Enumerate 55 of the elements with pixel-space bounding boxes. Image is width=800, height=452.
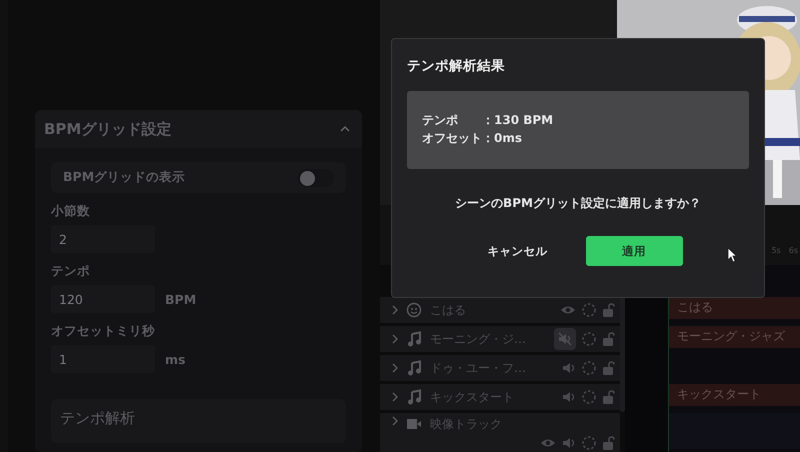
unlocked-padlock-icon[interactable] xyxy=(602,303,616,317)
music-note-icon xyxy=(406,389,422,405)
dashed-circle-icon[interactable] xyxy=(582,390,596,404)
chevron-right-icon xyxy=(392,392,398,402)
dialog-title: テンポ解析結果 xyxy=(407,57,506,75)
unlocked-padlock-icon[interactable] xyxy=(602,332,616,346)
mouse-cursor-icon xyxy=(727,247,737,263)
analysis-title: テンポ解析 xyxy=(60,409,135,427)
chevron-right-icon xyxy=(392,363,398,373)
speaker-icon[interactable] xyxy=(562,362,576,374)
cancel-button[interactable]: キャンセル xyxy=(484,236,552,266)
chevron-right-icon xyxy=(392,334,398,344)
chevron-right-icon xyxy=(392,416,398,426)
ruler-tick: 6s xyxy=(788,246,798,255)
face-icon xyxy=(406,302,422,318)
dashed-circle-icon[interactable] xyxy=(582,361,596,375)
video-camera-icon xyxy=(406,416,422,432)
timeline-clip[interactable]: モーニング・ジャズ xyxy=(669,326,800,348)
section-header[interactable]: BPMグリッド設定 xyxy=(35,110,362,148)
result-label: テンポ xyxy=(422,112,459,129)
dialog-message: シーンのBPMグリット設定に適用しますか？ xyxy=(454,195,702,212)
timeline-clip[interactable]: キックスタート xyxy=(669,384,800,406)
toggle-label: BPMグリッドの表示 xyxy=(63,169,186,186)
speaker-icon[interactable] xyxy=(562,391,576,403)
chevron-up-icon xyxy=(340,126,350,132)
toggle-switch[interactable] xyxy=(298,168,334,186)
unit-label: ms xyxy=(165,352,186,366)
dashed-circle-icon[interactable] xyxy=(582,436,596,450)
scrollbar[interactable] xyxy=(620,295,625,412)
speaker-icon[interactable] xyxy=(562,437,576,449)
music-note-icon xyxy=(406,331,422,347)
music-note-icon xyxy=(406,360,422,376)
field-label: テンポ xyxy=(51,263,91,280)
field-label: オフセットミリ秒 xyxy=(51,323,156,340)
unlocked-padlock-icon[interactable] xyxy=(602,436,616,450)
dashed-circle-icon[interactable] xyxy=(582,303,596,317)
dashed-circle-icon[interactable] xyxy=(582,332,596,346)
result-value: ：0ms xyxy=(482,130,523,147)
result-value: ：130 BPM xyxy=(482,112,554,129)
input-field[interactable]: 2 xyxy=(51,225,155,253)
eye-icon[interactable] xyxy=(560,304,576,316)
ruler-tick: 5s xyxy=(771,246,781,255)
input-field[interactable]: 120 xyxy=(51,285,155,313)
timeline-clip[interactable]: こはる xyxy=(669,297,800,319)
result-label: オフセット xyxy=(422,130,482,147)
section-title: BPMグリッド設定 xyxy=(44,120,172,138)
unlocked-padlock-icon[interactable] xyxy=(602,390,616,404)
input-field[interactable]: 1 xyxy=(51,345,155,373)
speaker-muted-icon[interactable] xyxy=(554,328,576,350)
unit-label: BPM xyxy=(165,292,196,306)
field-label: 小節数 xyxy=(51,203,91,220)
apply-button[interactable]: 適用 xyxy=(586,236,682,266)
unlocked-padlock-icon[interactable] xyxy=(602,361,616,375)
eye-icon[interactable] xyxy=(540,437,556,449)
chevron-right-icon xyxy=(392,305,398,315)
